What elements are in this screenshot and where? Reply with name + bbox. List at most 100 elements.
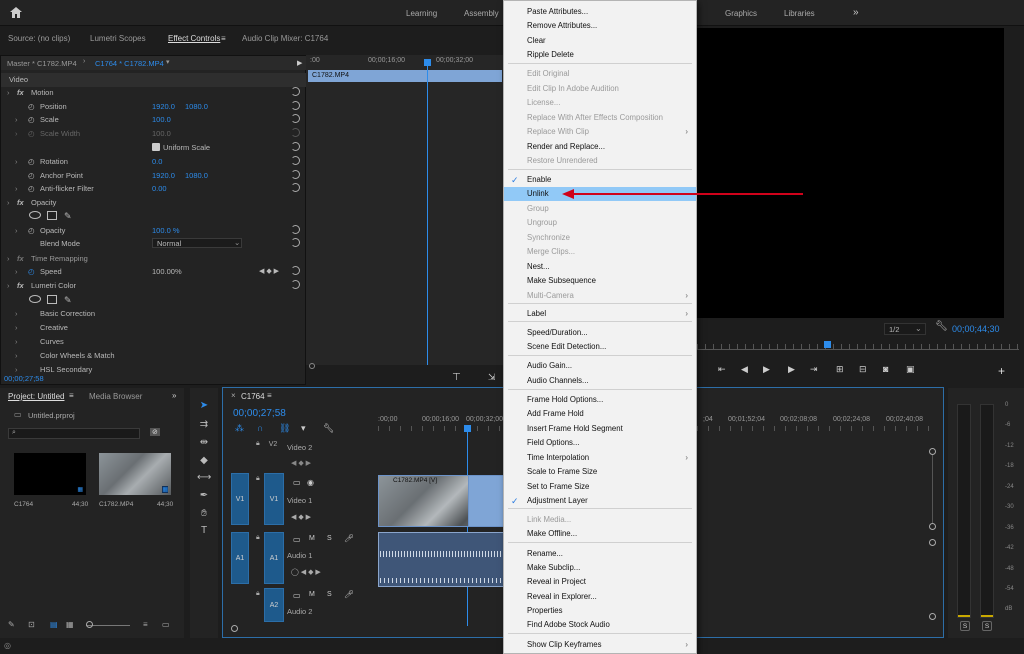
- creative-row[interactable]: › Creative: [1, 321, 306, 335]
- lift-icon[interactable]: ⊞: [836, 364, 844, 375]
- lock-icon[interactable]: ⊡: [28, 620, 35, 629]
- toggle-output-icon[interactable]: ◉: [307, 478, 314, 487]
- reset-icon[interactable]: [291, 238, 300, 247]
- menu-item-clear[interactable]: Clear: [504, 34, 696, 48]
- track-select-tool-icon[interactable]: ⇉: [197, 418, 211, 432]
- ellipse-mask-icon[interactable]: [29, 295, 41, 303]
- track-target-a2[interactable]: A2: [264, 588, 284, 622]
- menu-item-insert-frame-hold-segment[interactable]: Insert Frame Hold Segment: [504, 422, 696, 436]
- tab-timeline[interactable]: C1764: [241, 392, 265, 401]
- program-zoom-select[interactable]: 1/2 ⌄: [884, 323, 926, 335]
- menu-item-audio-gain[interactable]: Audio Gain...: [504, 359, 696, 373]
- video-clip-extension[interactable]: [468, 475, 504, 527]
- ripple-edit-tool-icon[interactable]: ⇹: [197, 436, 211, 450]
- tab-source[interactable]: Source: (no clips): [8, 34, 70, 43]
- play-icon[interactable]: ▶︎: [763, 364, 770, 375]
- tab-audio-clip-mixer[interactable]: Audio Clip Mixer: C1764: [242, 34, 328, 43]
- microphone-icon[interactable]: 🎤︎: [344, 590, 354, 599]
- hsl-row[interactable]: › HSL Secondary: [1, 363, 306, 377]
- stopwatch-icon[interactable]: ◴: [28, 184, 35, 193]
- effect-scrollbar[interactable]: [306, 363, 503, 369]
- tab-media-browser[interactable]: Media Browser: [89, 392, 142, 401]
- lock-icon[interactable]: 🔒︎: [256, 475, 260, 483]
- menu-item-render-and-replace[interactable]: Render and Replace...: [504, 140, 696, 154]
- pen-mask-icon[interactable]: ✎: [64, 295, 72, 306]
- camera-icon[interactable]: ◙: [883, 364, 888, 374]
- project-item-c1764-thumb[interactable]: ▦: [14, 453, 86, 495]
- selection-tool-icon[interactable]: ➤: [197, 399, 211, 413]
- menu-item-enable[interactable]: Enable ✓: [504, 173, 696, 187]
- source-patch-a1[interactable]: A1: [231, 532, 249, 584]
- chevron-down-icon[interactable]: ⌄: [234, 238, 240, 247]
- blend-mode-select[interactable]: Normal: [152, 238, 242, 248]
- nest-toggle-icon[interactable]: ⁂: [235, 423, 244, 434]
- sync-lock-icon[interactable]: ▭: [293, 535, 301, 544]
- program-playhead[interactable]: [824, 341, 831, 348]
- list-view-icon[interactable]: ▤: [50, 620, 58, 629]
- timeline-hscroll[interactable]: [231, 625, 511, 632]
- lock-icon[interactable]: 🔒︎: [256, 590, 260, 598]
- filter-icon[interactable]: ⊤: [452, 372, 461, 383]
- tab-lumetri-scopes[interactable]: Lumetri Scopes: [90, 34, 146, 43]
- sequence-clip-label[interactable]: C1764 * C1782.MP4: [95, 59, 164, 68]
- reset-icon[interactable]: [291, 87, 300, 96]
- motion-row[interactable]: › fx Motion: [1, 86, 306, 100]
- panel-overflow-icon[interactable]: »: [172, 391, 176, 400]
- keyframe-nav-icon[interactable]: ◀ ◆ ▶: [259, 267, 279, 275]
- keyframe-nav-icon[interactable]: ◯ ◀ ◆ ▶: [291, 568, 321, 576]
- menu-item-speed-duration[interactable]: Speed/Duration...: [504, 326, 696, 340]
- menu-item-field-options[interactable]: Field Options...: [504, 436, 696, 450]
- mute-button[interactable]: M: [309, 535, 315, 542]
- stopwatch-icon[interactable]: ◴: [28, 171, 35, 180]
- stopwatch-icon[interactable]: ◴: [28, 115, 35, 124]
- opacity-section-row[interactable]: › fx Opacity: [1, 196, 306, 210]
- menu-item-audio-channels[interactable]: Audio Channels...: [504, 374, 696, 388]
- add-marker-icon[interactable]: ▾: [301, 423, 306, 434]
- stopwatch-icon[interactable]: ◴: [28, 157, 35, 166]
- hand-tool-icon[interactable]: ✋︎: [197, 507, 211, 521]
- keyframe-nav-icon[interactable]: ◀ ◆ ▶: [291, 513, 311, 521]
- timeline-settings-icon[interactable]: 🔧︎: [323, 423, 334, 434]
- master-clip-label[interactable]: Master * C1782.MP4: [7, 59, 77, 68]
- reset-icon[interactable]: [291, 266, 300, 275]
- icon-view-icon[interactable]: ▦: [66, 620, 74, 629]
- panel-menu-icon[interactable]: ≡: [69, 391, 74, 400]
- microphone-icon[interactable]: 🎤︎: [344, 534, 354, 543]
- comparison-view-icon[interactable]: ▣: [906, 364, 915, 375]
- sync-lock-icon[interactable]: ▭: [293, 591, 301, 600]
- solo-left-button[interactable]: S: [960, 621, 970, 631]
- menu-item-set-to-frame-size[interactable]: Set to Frame Size: [504, 480, 696, 494]
- effect-clip-bar[interactable]: C1782.MP4: [308, 70, 502, 82]
- workspace-assembly[interactable]: Assembly: [464, 9, 499, 18]
- track-target-a1[interactable]: A1: [264, 532, 284, 584]
- source-patch-v1[interactable]: V1: [231, 473, 249, 525]
- pen-tool-icon[interactable]: ✒︎: [197, 489, 211, 503]
- menu-item-time-interpolation[interactable]: Time Interpolation ›: [504, 451, 696, 465]
- workspace-libraries[interactable]: Libraries: [784, 9, 815, 18]
- panel-menu-icon[interactable]: ≡: [267, 391, 272, 400]
- go-to-out-icon[interactable]: ⇥: [810, 364, 818, 375]
- sort-icon[interactable]: ≡: [143, 620, 148, 629]
- menu-item-paste-attributes[interactable]: Paste Attributes...: [504, 5, 696, 19]
- mute-button[interactable]: M: [309, 591, 315, 598]
- slip-tool-icon[interactable]: ⟷: [197, 471, 211, 485]
- solo-button[interactable]: S: [327, 591, 332, 598]
- razor-tool-icon[interactable]: ◆: [197, 454, 211, 468]
- track-target-v1[interactable]: V1: [264, 473, 284, 525]
- extract-icon[interactable]: ⊟: [859, 364, 867, 375]
- time-remapping-row[interactable]: › fx Time Remapping: [1, 252, 306, 266]
- wrench-icon[interactable]: 🔧︎: [935, 321, 948, 332]
- lock-icon[interactable]: 🔒︎: [256, 440, 260, 448]
- find-icon[interactable]: ⊘: [150, 428, 160, 436]
- workspace-graphics[interactable]: Graphics: [725, 9, 757, 18]
- keyframe-nav-icon[interactable]: ◀ ◆ ▶: [291, 459, 311, 467]
- curves-row[interactable]: › Curves: [1, 335, 306, 349]
- pen-mask-icon[interactable]: ✎: [64, 211, 72, 222]
- type-tool-icon[interactable]: T: [197, 524, 211, 538]
- project-item-c1782-thumb[interactable]: ▦: [99, 453, 171, 495]
- effect-controls-timeline[interactable]: :00 00;00;16;00 00;00;32;00 C1782.MP4: [306, 55, 504, 365]
- menu-item-add-frame-hold[interactable]: Add Frame Hold: [504, 407, 696, 421]
- stopwatch-icon[interactable]: ◴: [28, 102, 35, 111]
- reset-icon[interactable]: [291, 170, 300, 179]
- menu-item-label[interactable]: Label ›: [504, 307, 696, 321]
